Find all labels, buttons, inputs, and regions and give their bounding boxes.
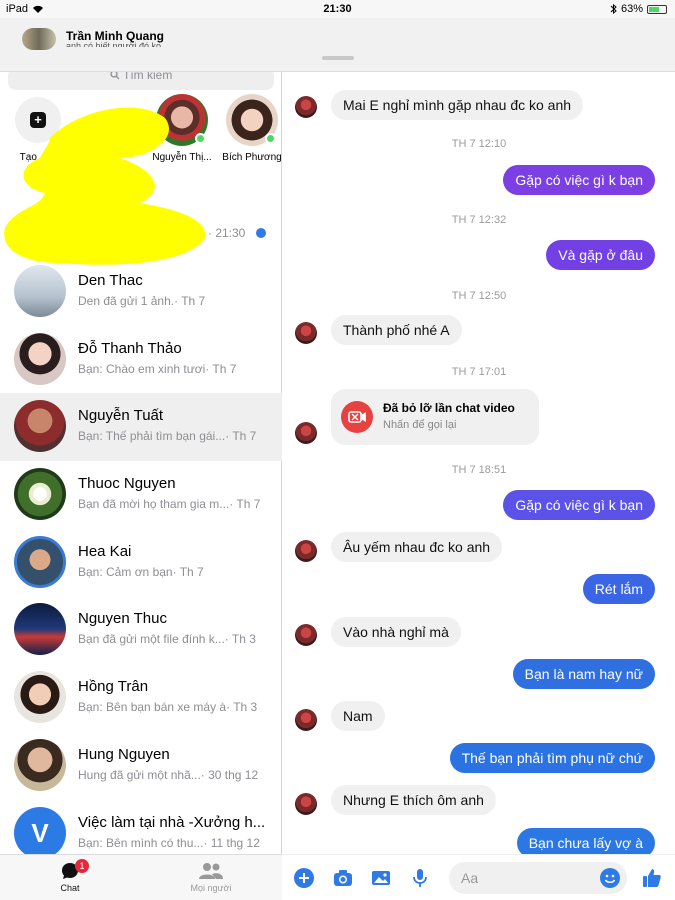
message-incoming[interactable]: Âu yếm nhau đc ko anh [331,532,503,562]
message-thread: Mai E nghỉ mình gặp nhau đc ko anh TH 7 … [283,72,675,854]
tab-label: Chat [60,883,80,893]
message-composer: Aa [283,854,675,900]
conversation-preview: Den đã gửi 1 ảnh.· Th 7 [78,294,206,308]
conversation-name: Nguyễn Tuất [78,407,164,425]
avatar [14,332,66,385]
message-outgoing[interactable]: Rét lắm [582,574,655,604]
conversation-name: Hea Kai [78,542,132,560]
sender-avatar [295,793,317,815]
message-outgoing[interactable]: Gặp có việc gì k bạn [503,165,655,195]
conversation-preview: Hung đã gửi một nhã...· 30 thg 12 [78,767,259,782]
avatar [14,535,66,588]
message-incoming[interactable]: Mai E nghỉ mình gặp nhau đc ko anh [331,90,584,120]
conversation-row[interactable]: Nguyen Thuc Bạn đã gửi một file đính k..… [0,596,282,664]
conversation-list-pane: Tìm kiếm + Tạo ... g Nguyễn Thị... Bích … [0,18,282,900]
timestamp: TH 7 12:32 [451,214,507,226]
tab-bar: 1 Chat Mọi người [0,854,282,900]
conversation-preview: Bạn: Thế phải tìm bạn gái...· Th 7 [78,429,257,444]
missed-call-title: Đã bỏ lỡ lần chat video [383,401,515,415]
avatar: V [14,806,66,859]
microphone-icon[interactable] [409,867,431,889]
conversation-name: Đỗ Thanh Thảo [78,339,182,357]
conversation-preview: Bạn đã gửi một file đính k...· Th 3 [78,632,256,647]
emoji-icon[interactable] [599,867,621,889]
avatar [14,468,66,521]
battery-icon [647,4,667,14]
sender-avatar [295,322,317,344]
avatar [14,265,66,317]
story-label: Bích Phương [222,152,282,163]
tab-people[interactable]: Mọi người [166,861,256,893]
story-item[interactable]: Bích Phương [222,94,282,164]
unread-badge: 1 [75,859,89,873]
conversation-name: Thuoc Nguyen [78,475,176,493]
status-time: 21:30 [323,3,352,15]
timestamp: TH 7 17:01 [451,366,507,378]
unread-dot [256,228,266,238]
online-indicator [265,133,276,144]
conversation-name: Den Thac [78,272,143,289]
conversation-row-active[interactable]: Nguyễn Tuất Bạn: Thế phải tìm bạn gái...… [0,393,282,462]
conversation-name: Việc làm tại nhà -Xưởng h... [78,813,266,831]
drag-handle[interactable] [322,56,354,60]
message-incoming[interactable]: Nhưng E thích ôm anh [331,785,496,815]
tab-chat[interactable]: 1 Chat [25,859,115,893]
message-incoming[interactable]: Thành phố nhé A [331,315,462,345]
thumbs-up-icon[interactable] [641,867,663,889]
message-outgoing[interactable]: Bạn là nam hay nữ [512,659,655,689]
avatar [14,603,66,656]
message-incoming[interactable]: Nam [331,701,385,731]
conversation-preview: Bạn: Bên bạn bán xe máy à· Th 3 [78,700,258,715]
video-camera-icon [341,401,373,433]
message-outgoing[interactable]: Gặp có việc gì k bạn [503,490,655,520]
conversation-name: Nguyen Thuc [78,610,167,628]
conversation-row[interactable]: Đỗ Thanh Thảo Bạn: Chào em xinh tươi· Th… [0,326,282,394]
top-header: Trần Minh Quang anh có biết người đó ko [0,18,675,72]
status-bar: iPad 21:30 63% [0,0,675,18]
avatar [14,738,66,791]
avatar[interactable] [22,28,56,50]
conversation-row[interactable]: Den Thac Den đã gửi 1 ảnh.· Th 7 [0,258,282,326]
bluetooth-icon [610,4,617,14]
avatar [14,400,66,453]
conversation-preview: Bạn đã mời họ tham gia m...· Th 7 [78,497,261,512]
missed-video-call[interactable]: Đã bỏ lỡ lần chat video Nhấn để gọi lại [331,389,539,445]
avatar [226,94,278,146]
timestamp: TH 7 12:50 [451,290,507,302]
conversation-row[interactable]: Hea Kai Bạn: Cảm ơn bạn· Th 7 [0,529,282,597]
people-icon [199,863,223,879]
yellow-scribble-overlay [4,107,206,265]
tab-label: Mọi người [190,883,232,893]
message-incoming[interactable]: Vào nhà nghỉ mà [331,617,461,647]
camera-icon[interactable] [332,867,354,889]
account-subtitle: anh có biết người đó ko [66,41,161,47]
sender-avatar [295,624,317,646]
sender-avatar [295,540,317,562]
sender-avatar [295,709,317,731]
sender-avatar [295,96,317,118]
input-placeholder: Aa [461,870,479,886]
timestamp: TH 7 12:10 [451,138,507,150]
conversation-row[interactable]: Thuoc Nguyen Bạn đã mời họ tham gia m...… [0,461,282,529]
conversation-preview: Bạn: Bên mình có thu...· 11 thg 12 [78,835,260,850]
message-outgoing[interactable]: Và gặp ở đâu [546,240,655,270]
message-outgoing[interactable]: Bạn chưa lấy vợ à [516,828,655,854]
image-icon[interactable] [370,867,392,889]
conversation-row[interactable]: Hồng Trân Bạn: Bên bạn bán xe máy à· Th … [0,664,282,732]
conversation-name: Hung Nguyen [78,745,170,763]
battery-percent: 63% [620,3,643,15]
conversation-preview: Bạn: Chào em xinh tươi· Th 7 [78,361,237,376]
conversation-row[interactable]: Hung Nguyen Hung đã gửi một nhã...· 30 t… [0,732,282,800]
message-outgoing[interactable]: Thế bạn phải tìm phụ nữ chứ [449,743,655,773]
conversation-preview: Bạn: Cảm ơn bạn· Th 7 [78,564,204,579]
missed-call-subtitle: Nhấn để gọi lại [383,419,457,431]
conversation-name: Hồng Trân [78,678,149,696]
avatar [14,671,66,724]
plus-circle-icon[interactable] [293,867,315,889]
conversation-list: Den Thac Den đã gửi 1 ảnh.· Th 7 Đỗ Than… [0,258,282,867]
sender-avatar [295,422,317,444]
timestamp: TH 7 18:51 [451,464,507,476]
